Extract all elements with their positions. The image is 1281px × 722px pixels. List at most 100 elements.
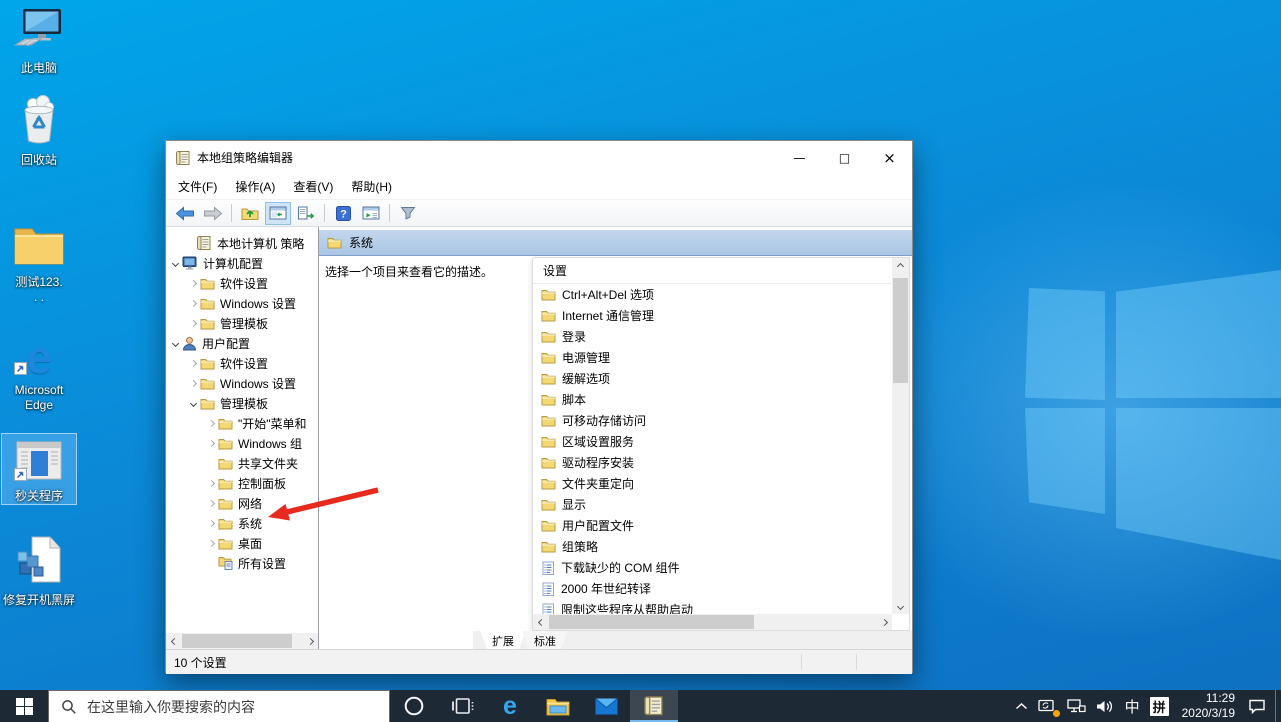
settings-list-item[interactable]: 限制这些程序从帮助启动: [533, 599, 892, 614]
tree-item[interactable]: 软件设置: [166, 353, 318, 373]
settings-list-item[interactable]: 下载缺少的 COM 组件: [533, 557, 892, 578]
expand-chevron-icon[interactable]: [186, 301, 200, 306]
desktop-icon-miao-guan-cheng-xu[interactable]: 秒关程序: [2, 434, 76, 504]
tree-horizontal-scrollbar[interactable]: [166, 633, 318, 649]
expand-chevron-icon[interactable]: [186, 281, 200, 286]
expand-chevron-icon[interactable]: [204, 521, 218, 526]
collapse-chevron-icon[interactable]: [168, 261, 182, 266]
taskbar-task-view-button[interactable]: [438, 690, 486, 722]
tree-item[interactable]: 桌面: [166, 533, 318, 553]
taskbar-mail-button[interactable]: [582, 690, 630, 722]
tab-extended[interactable]: 扩展: [480, 631, 526, 649]
desktop-icon-fix-boot-black-screen[interactable]: 修复开机黑屏: [2, 538, 76, 608]
settings-list-item[interactable]: 电源管理: [533, 347, 892, 368]
tray-pc-notification[interactable]: [1033, 690, 1062, 722]
scroll-down-button[interactable]: [892, 598, 908, 614]
toolbar-filter-button[interactable]: [395, 202, 421, 225]
settings-list-item[interactable]: 驱动程序安装: [533, 452, 892, 473]
settings-list-item[interactable]: 脚本: [533, 389, 892, 410]
taskbar-search[interactable]: [48, 690, 390, 722]
list-vertical-scrollbar[interactable]: [892, 258, 909, 614]
tree-item[interactable]: "开始"菜单和: [166, 413, 318, 433]
settings-list-item[interactable]: Ctrl+Alt+Del 选项: [533, 284, 892, 305]
desktop-icon-recycle-bin[interactable]: 回收站: [2, 98, 76, 168]
show-desktop-button[interactable]: [1275, 690, 1281, 722]
scrollbar-thumb[interactable]: [893, 278, 908, 383]
scroll-left-button[interactable]: [533, 614, 549, 630]
tree-item[interactable]: 本地计算机 策略: [166, 233, 318, 253]
settings-list-item[interactable]: 显示: [533, 494, 892, 515]
ime-mode-indicator[interactable]: 拼: [1145, 690, 1174, 722]
scroll-left-button[interactable]: [166, 633, 182, 649]
ime-language-indicator[interactable]: 中: [1120, 690, 1145, 722]
menu-help[interactable]: 帮助(H): [342, 174, 401, 199]
clock[interactable]: 11:29 2020/3/19: [1174, 690, 1243, 722]
toolbar-help-button[interactable]: ?: [330, 202, 356, 225]
expand-chevron-icon[interactable]: [204, 421, 218, 426]
menu-action[interactable]: 操作(A): [226, 174, 284, 199]
tree-item[interactable]: 所有设置: [166, 553, 318, 573]
desktop-icon-microsoft-edge[interactable]: eMicrosoft Edge: [2, 328, 76, 413]
expand-chevron-icon[interactable]: [186, 361, 200, 366]
collapse-chevron-icon[interactable]: [168, 341, 182, 346]
scroll-right-button[interactable]: [876, 614, 892, 630]
desktop-icon-test-123[interactable]: 测试123.. .: [2, 220, 76, 305]
tree-item[interactable]: 管理模板: [166, 393, 318, 413]
expand-chevron-icon[interactable]: [204, 541, 218, 546]
settings-list-item[interactable]: 文件夹重定向: [533, 473, 892, 494]
taskbar-edge-button[interactable]: e: [486, 690, 534, 722]
toolbar-show-console-tree-button[interactable]: [265, 202, 291, 225]
tree-item[interactable]: 用户配置: [166, 333, 318, 353]
taskbar-gpedit-button[interactable]: [630, 690, 678, 722]
tree-item[interactable]: 网络: [166, 493, 318, 513]
menu-view[interactable]: 查看(V): [284, 174, 342, 199]
expand-chevron-icon[interactable]: [204, 481, 218, 486]
expand-chevron-icon[interactable]: [204, 501, 218, 506]
volume[interactable]: [1091, 690, 1120, 722]
tray-expand-button[interactable]: [1010, 690, 1033, 722]
desktop-icon-this-pc[interactable]: 此电脑: [2, 6, 76, 76]
title-bar[interactable]: 本地组策略编辑器 —□×: [166, 141, 912, 174]
settings-list-item[interactable]: 组策略: [533, 536, 892, 557]
close-button[interactable]: ×: [867, 141, 912, 174]
tree-item[interactable]: 系统: [166, 513, 318, 533]
expand-chevron-icon[interactable]: [204, 441, 218, 446]
search-input[interactable]: [87, 693, 389, 721]
toolbar-properties-button[interactable]: [358, 202, 384, 225]
collapse-chevron-icon[interactable]: [186, 401, 200, 406]
tree-item[interactable]: 管理模板: [166, 313, 318, 333]
console-tree-panel[interactable]: 本地计算机 策略计算机配置软件设置Windows 设置管理模板用户配置软件设置W…: [166, 227, 319, 649]
expand-chevron-icon[interactable]: [186, 381, 200, 386]
settings-list-item[interactable]: 用户配置文件: [533, 515, 892, 536]
menu-file[interactable]: 文件(F): [169, 174, 226, 199]
start-button[interactable]: [0, 690, 48, 722]
settings-list-item[interactable]: 区域设置服务: [533, 431, 892, 452]
toolbar-forward-button[interactable]: [200, 202, 226, 225]
toolbar-back-button[interactable]: [172, 202, 198, 225]
tree-item[interactable]: 共享文件夹: [166, 453, 318, 473]
tree-item[interactable]: 计算机配置: [166, 253, 318, 273]
tree-item[interactable]: 控制面板: [166, 473, 318, 493]
tab-standard[interactable]: 标准: [522, 631, 568, 649]
action-center-button[interactable]: [1243, 690, 1271, 722]
scrollbar-thumb[interactable]: [549, 615, 754, 629]
tree-item[interactable]: Windows 设置: [166, 293, 318, 313]
expand-chevron-icon[interactable]: [186, 321, 200, 326]
tree-item[interactable]: Windows 组: [166, 433, 318, 453]
toolbar-up-one-level-button[interactable]: [237, 202, 263, 225]
settings-list-item[interactable]: 2000 年世纪转译: [533, 578, 892, 599]
settings-list-item[interactable]: Internet 通信管理: [533, 305, 892, 326]
settings-list-item[interactable]: 缓解选项: [533, 368, 892, 389]
network-status[interactable]: [1062, 690, 1091, 722]
gpedit-window[interactable]: 本地组策略编辑器 —□× 文件(F)操作(A)查看(V)帮助(H) ? 本地计算…: [165, 140, 913, 673]
scroll-right-button[interactable]: [302, 633, 318, 649]
scrollbar-thumb[interactable]: [182, 634, 292, 648]
maximize-button[interactable]: □: [822, 141, 867, 174]
settings-list-item[interactable]: 登录: [533, 326, 892, 347]
taskbar-file-explorer-button[interactable]: [534, 690, 582, 722]
settings-list-item[interactable]: 可移动存储访问: [533, 410, 892, 431]
tree-item[interactable]: 软件设置: [166, 273, 318, 293]
minimize-button[interactable]: —: [777, 141, 822, 174]
toolbar-export-list-button[interactable]: [293, 202, 319, 225]
taskbar-cortana-button[interactable]: [390, 690, 438, 722]
